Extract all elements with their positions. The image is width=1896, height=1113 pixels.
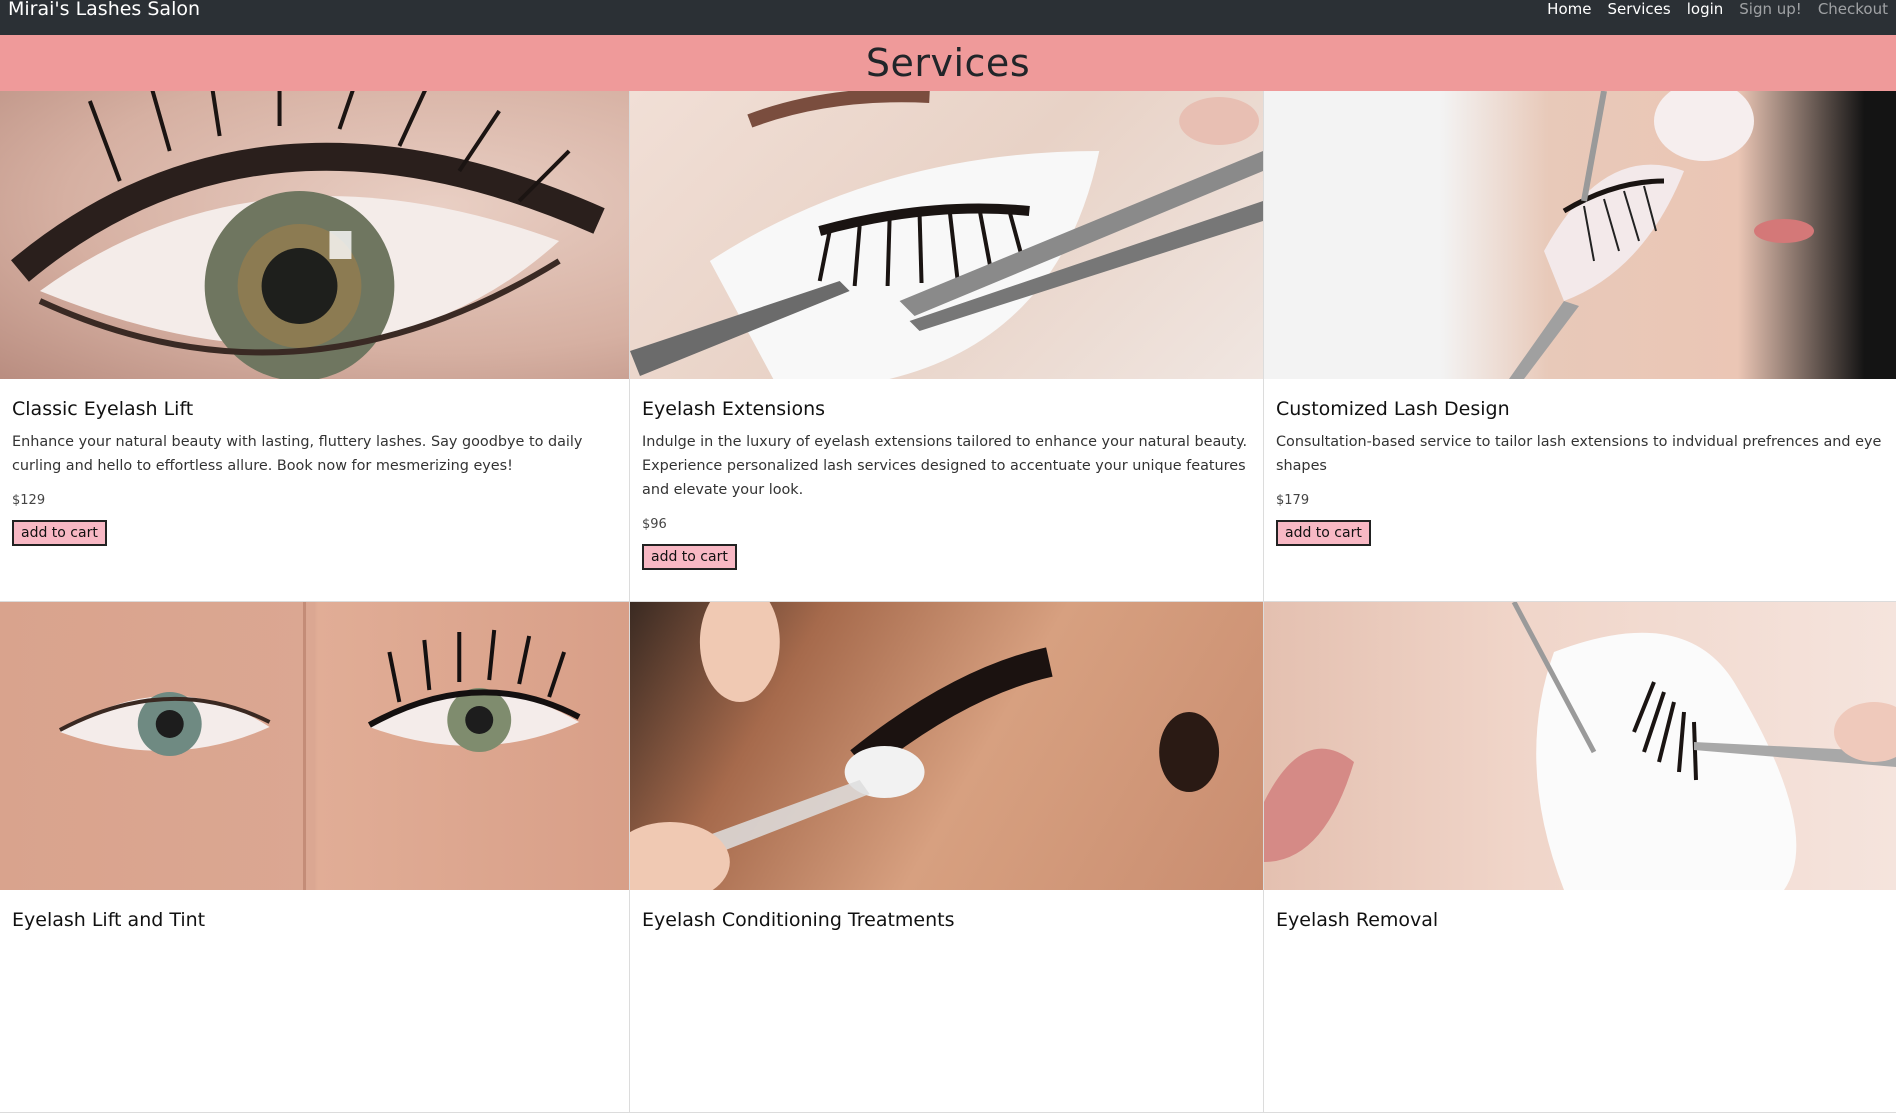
nav-links: Home Services login Sign up! Checkout: [1547, 0, 1888, 18]
nav-signup-link[interactable]: Sign up!: [1739, 0, 1802, 18]
nav-services-link[interactable]: Services: [1607, 0, 1670, 18]
service-card-eyelash-conditioning: Eyelash Conditioning Treatments: [630, 602, 1264, 1113]
nav-login-link[interactable]: login: [1687, 0, 1724, 18]
service-title: Classic Eyelash Lift: [12, 398, 194, 420]
service-card-classic-eyelash-lift: Classic Eyelash Lift Enhance your natura…: [0, 91, 630, 602]
service-description: Consultation-based service to tailor las…: [1276, 434, 1882, 474]
service-image-lash-brush: [630, 602, 1263, 890]
service-image-lash-mapping: [1264, 91, 1896, 379]
service-card-eyelash-lift-and-tint: Eyelash Lift and Tint: [0, 602, 630, 1113]
service-title: Eyelash Removal: [1276, 909, 1439, 931]
service-card-eyelash-removal: Eyelash Removal: [1264, 602, 1896, 1113]
add-to-cart-button[interactable]: add to cart: [1276, 520, 1371, 546]
service-image-eye-closeup: [0, 91, 629, 379]
services-banner: Services: [0, 35, 1896, 91]
service-description: Indulge in the luxury of eyelash extensi…: [642, 434, 1248, 498]
add-to-cart-button[interactable]: add to cart: [642, 544, 737, 570]
service-price: $96: [642, 517, 667, 532]
service-image-lash-removal: [1264, 602, 1896, 890]
service-image-before-after: [0, 602, 629, 890]
navbar: Mirai's Lashes Salon Home Services login…: [0, 0, 1896, 35]
service-card-customized-lash-design: Customized Lash Design Consultation-base…: [1264, 91, 1896, 602]
page-title: Services: [865, 41, 1031, 85]
service-title: Customized Lash Design: [1276, 398, 1510, 420]
service-title: Eyelash Extensions: [642, 398, 826, 420]
service-image-lash-extension: [630, 91, 1263, 379]
service-card-eyelash-extensions: Eyelash Extensions Indulge in the luxury…: [630, 91, 1264, 602]
service-price: $129: [12, 493, 46, 508]
service-title: Eyelash Lift and Tint: [12, 909, 206, 931]
add-to-cart-button[interactable]: add to cart: [12, 520, 107, 546]
nav-checkout-link[interactable]: Checkout: [1818, 0, 1888, 18]
nav-home-link[interactable]: Home: [1547, 0, 1591, 18]
services-grid: Classic Eyelash Lift Enhance your natura…: [0, 91, 1896, 1113]
service-price: $179: [1276, 493, 1310, 508]
brand-link[interactable]: Mirai's Lashes Salon: [8, 0, 200, 19]
service-title: Eyelash Conditioning Treatments: [642, 909, 955, 931]
service-description: Enhance your natural beauty with lasting…: [12, 434, 583, 474]
